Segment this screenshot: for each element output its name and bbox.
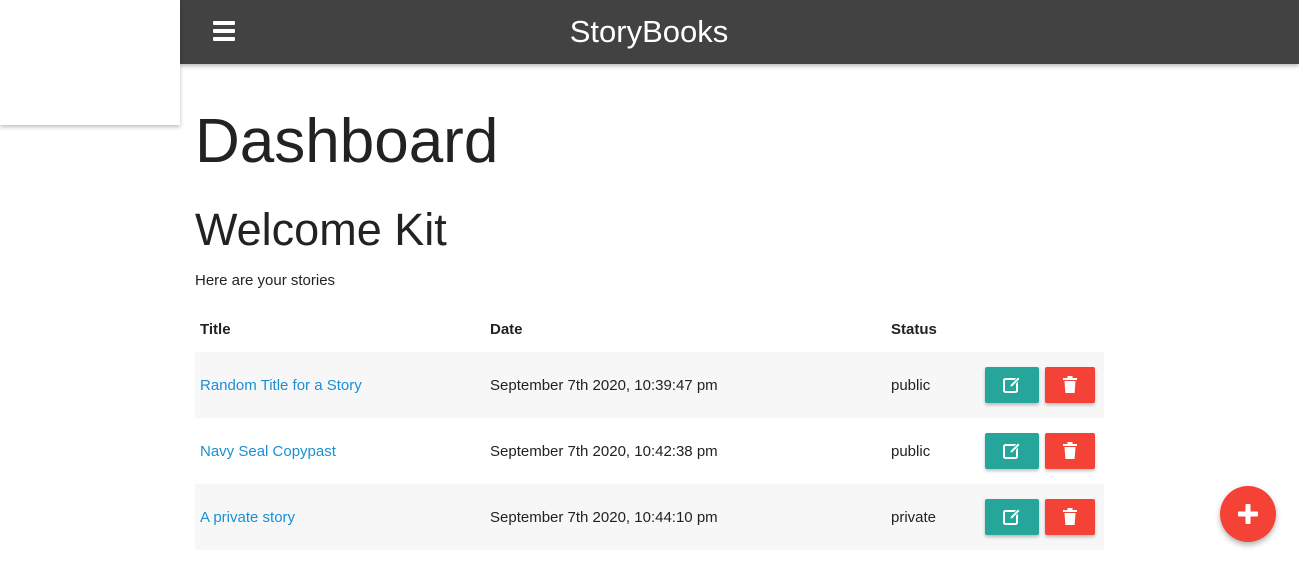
trash-icon bbox=[1063, 376, 1077, 393]
edit-icon bbox=[1003, 508, 1021, 525]
trash-icon bbox=[1063, 508, 1077, 525]
delete-button[interactable] bbox=[1045, 433, 1095, 469]
stories-table: Title Date Status Random Title for a Sto… bbox=[195, 306, 1104, 550]
table-row: Random Title for a Story September 7th 2… bbox=[195, 352, 1104, 418]
delete-button[interactable] bbox=[1045, 367, 1095, 403]
welcome-heading: Welcome Kit bbox=[195, 204, 447, 255]
page-title: Dashboard bbox=[195, 107, 499, 176]
header-status: Status bbox=[891, 320, 937, 338]
top-navbar: StoryBooks bbox=[180, 0, 1299, 64]
story-title-link[interactable]: A private story bbox=[200, 509, 295, 526]
story-date: September 7th 2020, 10:42:38 pm bbox=[490, 442, 718, 460]
delete-button[interactable] bbox=[1045, 499, 1095, 535]
story-title-link[interactable]: Navy Seal Copypast bbox=[200, 443, 336, 460]
intro-text: Here are your stories bbox=[195, 272, 336, 289]
edit-button[interactable] bbox=[985, 433, 1039, 469]
trash-icon bbox=[1063, 442, 1077, 459]
add-story-button[interactable] bbox=[1220, 486, 1276, 542]
table-row: Navy Seal Copypast September 7th 2020, 1… bbox=[195, 418, 1104, 484]
header-title: Title bbox=[200, 320, 231, 338]
story-title-link[interactable]: Random Title for a Story bbox=[200, 377, 362, 394]
edit-button[interactable] bbox=[985, 367, 1039, 403]
header-date: Date bbox=[490, 320, 523, 338]
edit-icon bbox=[1003, 442, 1021, 459]
table-row: A private story September 7th 2020, 10:4… bbox=[195, 484, 1104, 550]
table-header-row: Title Date Status bbox=[195, 306, 1104, 352]
header-actions bbox=[980, 306, 1104, 352]
story-status: public bbox=[891, 376, 931, 394]
edit-button[interactable] bbox=[985, 499, 1039, 535]
story-status: private bbox=[891, 508, 937, 526]
plus-icon bbox=[1238, 504, 1258, 524]
story-date: September 7th 2020, 10:44:10 pm bbox=[490, 508, 718, 526]
sidenav-panel: s bbox=[0, 0, 180, 125]
story-date: September 7th 2020, 10:39:47 pm bbox=[490, 376, 718, 394]
edit-icon bbox=[1003, 376, 1021, 393]
brand-logo[interactable]: StoryBooks bbox=[180, 0, 1118, 64]
story-status: public bbox=[891, 442, 931, 460]
